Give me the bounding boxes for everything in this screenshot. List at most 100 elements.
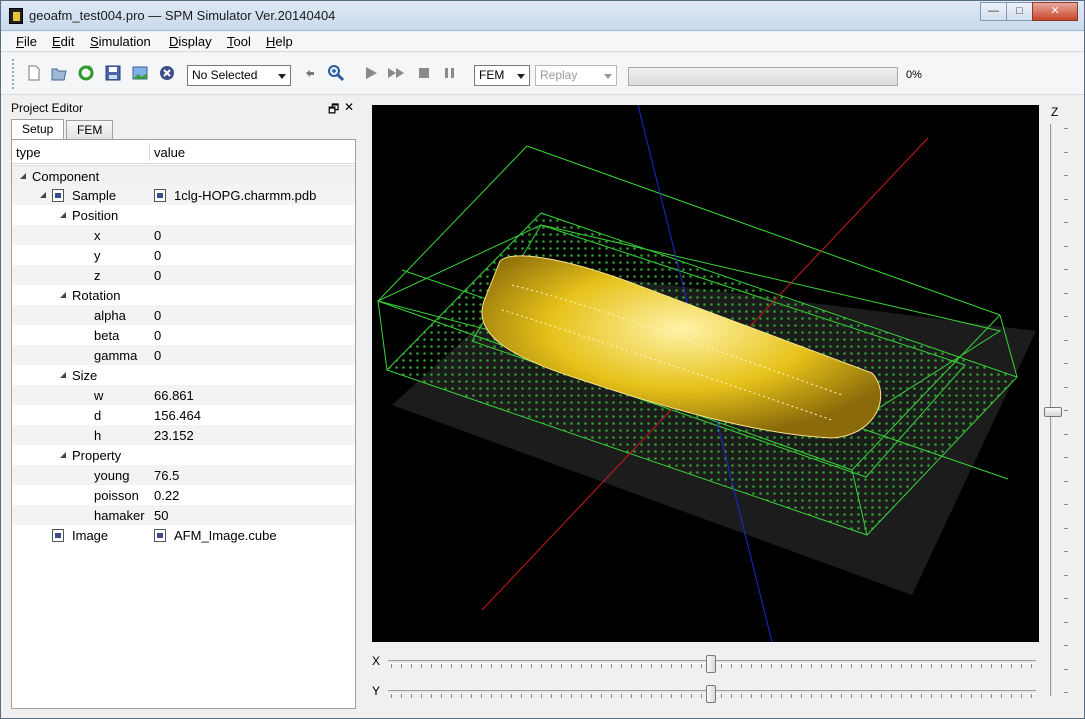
tree-row[interactable]: beta 0 <box>12 325 355 345</box>
column-value-header[interactable]: value <box>154 145 185 160</box>
new-file-icon[interactable] <box>25 64 43 82</box>
minimize-button[interactable]: — <box>980 2 1007 21</box>
slider-tick <box>441 694 442 698</box>
slider-tick <box>401 694 402 698</box>
menu-file[interactable]: File <box>16 34 37 49</box>
maximize-button[interactable]: □ <box>1006 2 1033 21</box>
slider-tick <box>691 694 692 698</box>
expand-arrow-icon[interactable] <box>40 192 46 198</box>
menu-tool[interactable]: Tool <box>227 34 251 49</box>
pause-icon[interactable] <box>441 64 459 82</box>
slider-tick <box>621 694 622 698</box>
slider-tick <box>861 694 862 698</box>
open-folder-icon[interactable] <box>50 64 68 82</box>
tree-row[interactable]: poisson 0.22 <box>12 485 355 505</box>
slider-tick <box>931 664 932 668</box>
play-icon[interactable] <box>362 64 380 82</box>
tree-row[interactable]: Property <box>12 445 355 465</box>
stop-icon[interactable] <box>415 64 433 82</box>
menu-edit[interactable]: Edit <box>52 34 74 49</box>
slider-tick <box>1021 664 1022 668</box>
row-value[interactable]: 0 <box>154 248 161 263</box>
property-tree: type value Component Sample 1clg-HOPG.char… <box>11 139 356 709</box>
slider-tick <box>881 664 882 668</box>
model-select[interactable]: No Selected <box>187 65 291 86</box>
tree-row[interactable]: Rotation <box>12 285 355 305</box>
row-value[interactable]: 0 <box>154 228 161 243</box>
tree-row[interactable]: Sample 1clg-HOPG.charmm.pdb <box>12 185 355 205</box>
slider-tick <box>581 694 582 698</box>
expand-arrow-icon[interactable] <box>60 372 66 378</box>
replay-select[interactable]: Replay <box>535 65 617 86</box>
tree-row[interactable]: hamaker 50 <box>12 505 355 525</box>
row-value[interactable]: 23.152 <box>154 428 194 443</box>
y-slider-handle[interactable] <box>706 685 716 703</box>
slider-tick <box>791 694 792 698</box>
expand-arrow-icon[interactable] <box>60 452 66 458</box>
y-axis-label: Y <box>372 684 381 698</box>
menu-display[interactable]: Display <box>169 34 212 49</box>
close-project-icon[interactable] <box>158 64 176 82</box>
row-type: hamaker <box>94 508 145 523</box>
tab-fem[interactable]: FEM <box>66 120 114 139</box>
tree-row[interactable]: Image AFM_Image.cube <box>12 525 355 545</box>
row-value[interactable]: 156.464 <box>154 408 201 423</box>
zoom-in-icon[interactable] <box>327 64 345 82</box>
tree-row[interactable]: Position <box>12 205 355 225</box>
tree-row[interactable]: Size <box>12 365 355 385</box>
column-type-header[interactable]: type <box>16 145 41 160</box>
tree-row[interactable]: z0 <box>12 265 355 285</box>
row-value[interactable]: 66.861 <box>154 388 194 403</box>
x-slider-handle[interactable] <box>706 655 716 673</box>
slider-tick <box>721 694 722 698</box>
save-icon[interactable] <box>104 64 122 82</box>
tree-row[interactable]: h 23.152 <box>12 425 355 445</box>
title-bar[interactable]: geoafm_test004.pro — SPM Simulator Ver.2… <box>1 1 1084 31</box>
slider-tick <box>881 694 882 698</box>
fast-forward-icon[interactable] <box>387 64 405 82</box>
tree-row[interactable]: Component <box>12 165 355 185</box>
tree-row[interactable]: w 66.861 <box>12 385 355 405</box>
tab-setup[interactable]: Setup <box>11 119 65 140</box>
float-panel-icon[interactable]: 🗗 <box>328 100 339 121</box>
slider-tick <box>441 664 442 668</box>
file-icon <box>154 529 166 542</box>
tree-header: type value <box>12 140 355 164</box>
slider-tick <box>801 664 802 668</box>
tree-row[interactable]: young 76.5 <box>12 465 355 485</box>
tree-row[interactable]: alpha 0 <box>12 305 355 325</box>
expand-arrow-icon[interactable] <box>60 212 66 218</box>
row-value[interactable]: 0 <box>154 308 161 323</box>
row-value[interactable]: AFM_Image.cube <box>174 528 277 543</box>
tree-row[interactable]: gamma 0 <box>12 345 355 365</box>
expand-arrow-icon[interactable] <box>60 292 66 298</box>
mode-select[interactable]: FEM <box>474 65 530 86</box>
menu-simulation[interactable]: Simulation <box>90 34 151 49</box>
row-value[interactable]: 50 <box>154 508 168 523</box>
row-value[interactable]: 0 <box>154 268 161 283</box>
reload-icon[interactable] <box>77 64 95 82</box>
row-value[interactable]: 76.5 <box>154 468 179 483</box>
tree-row[interactable]: y0 <box>12 245 355 265</box>
menu-help[interactable]: Help <box>266 34 293 49</box>
z-slider-handle[interactable] <box>1044 406 1062 417</box>
slider-tick <box>761 664 762 668</box>
slider-tick <box>391 664 392 668</box>
row-value[interactable]: 0.22 <box>154 488 179 503</box>
tree-row[interactable]: d 156.464 <box>12 405 355 425</box>
expand-arrow-icon[interactable] <box>20 173 26 179</box>
slider-tick <box>1064 151 1068 153</box>
undo-icon[interactable] <box>303 64 317 82</box>
row-value[interactable]: 0 <box>154 348 161 363</box>
toolbar-grip[interactable] <box>12 59 15 89</box>
row-value[interactable]: 1clg-HOPG.charmm.pdb <box>174 188 316 203</box>
close-button[interactable]: ✕ <box>1032 2 1078 21</box>
image-icon[interactable] <box>131 64 149 82</box>
slider-tick <box>901 694 902 698</box>
close-panel-icon[interactable]: ✕ <box>344 100 354 114</box>
slider-tick <box>841 694 842 698</box>
3d-viewport[interactable] <box>372 105 1039 642</box>
tree-row[interactable]: x0 <box>12 225 355 245</box>
slider-tick <box>791 664 792 668</box>
row-value[interactable]: 0 <box>154 328 161 343</box>
